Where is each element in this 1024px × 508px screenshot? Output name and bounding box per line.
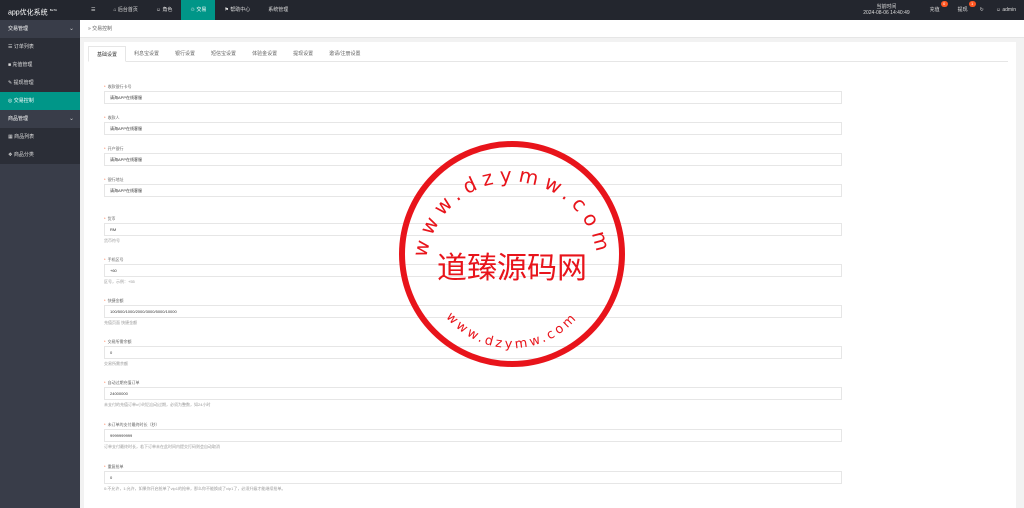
payee-input[interactable]: 请海APP在线客服 xyxy=(104,122,842,135)
flag-icon: ⚑ xyxy=(224,7,229,13)
pay-timeout-input[interactable]: 9999999999 xyxy=(104,429,842,442)
stamp-bottom-text: www.dzymw.com xyxy=(443,310,581,353)
refresh-button[interactable]: ↻ xyxy=(974,0,990,20)
user-icon: ☺ xyxy=(995,7,1001,13)
sidebar-item-trade-control[interactable]: ◎ 交易控制 xyxy=(0,92,80,110)
app-title: app优化系统 xyxy=(8,9,48,17)
repeat-grab-input[interactable]: 0 xyxy=(104,471,842,484)
top-nav: ☰ ⌂ 后台首页 ☺ 角色 ♲ 交易 ⚑ 帮助中心 系统管理 xyxy=(82,0,297,20)
app-brand[interactable]: app优化系统 BeTA xyxy=(0,0,80,20)
tab-withdraw[interactable]: 提现设置 xyxy=(285,46,321,61)
sidebar-item-withdraw[interactable]: ✎ 提现管理 xyxy=(0,74,80,92)
required-mark: * xyxy=(104,298,106,303)
bank-card-input[interactable]: 请海APP在线客服 xyxy=(104,91,842,104)
breadcrumb: » 交易控制 xyxy=(80,20,1024,38)
field-auto-expire: * 自动过期充值订单 24000000 未支付的充值订单x小时后自动过期，必须为整… xyxy=(104,379,844,408)
sidebar-group-trade[interactable]: 交易管理 ⌄ xyxy=(0,20,80,38)
trade-icon: ♲ xyxy=(190,7,195,13)
home-icon: ⌂ xyxy=(113,7,117,13)
breadcrumb-current: 交易控制 xyxy=(92,26,113,32)
required-mark: * xyxy=(104,115,106,120)
required-mark: * xyxy=(104,380,106,385)
sidebar: 交易管理 ⌄ ☰ 订单列表 ■ 充值管理 ✎ 提现管理 ◎ 交易控制 商品管理 ⌄ … xyxy=(0,20,80,508)
required-mark: * xyxy=(104,177,106,182)
required-mark: * xyxy=(104,84,106,89)
required-mark: * xyxy=(104,422,106,427)
sidebar-item-orders[interactable]: ☰ 订单列表 xyxy=(0,38,80,56)
recharge-button[interactable]: 充值 0 xyxy=(924,0,948,20)
sidebar-item-recharge[interactable]: ■ 充值管理 xyxy=(0,56,80,74)
menu-toggle-button[interactable]: ☰ xyxy=(82,0,104,20)
tab-invite[interactable]: 邀请/注册设置 xyxy=(321,46,368,61)
top-right: 当前时间 2024-08-06 14:40:49 充值 0 提现 1 ↻ ☺ a… xyxy=(863,0,1024,20)
breadcrumb-separator-icon: » xyxy=(88,26,91,32)
field-payee: * 收款人 请海APP在线客服 xyxy=(104,114,844,135)
user-menu[interactable]: ☺ admin xyxy=(990,0,1024,20)
chevron-down-icon: ⌄ xyxy=(68,26,74,32)
menu-icon: ☰ xyxy=(91,7,96,13)
field-bank-card: * 收款银行卡号 请海APP在线客服 xyxy=(104,83,844,104)
field-hint: 未支付的充值订单x小时后自动过期，必须为整数，如24小时 xyxy=(104,402,211,407)
topnav-item-trade[interactable]: ♲ 交易 xyxy=(181,0,216,20)
tab-sms[interactable]: 短信宝设置 xyxy=(203,46,244,61)
field-hint: 0:不允许，1:允许，如果你开启抢单了vip1的抢单，那么你不能换成了vip1了… xyxy=(104,486,286,491)
required-mark: * xyxy=(104,339,106,344)
settings-tabs: 基础设置 利息宝设置 银行设置 短信宝设置 体验金设置 提现设置 邀请/注册设置 xyxy=(88,46,1008,62)
current-time: 当前时间 2024-08-06 14:40:49 xyxy=(863,4,909,16)
sidebar-group-goods[interactable]: 商品管理 ⌄ xyxy=(0,110,80,128)
required-mark: * xyxy=(104,257,106,262)
user-name: admin xyxy=(1002,7,1016,13)
topnav-item-role[interactable]: ☺ 角色 xyxy=(147,0,182,20)
app-version: BeTA xyxy=(49,8,57,12)
tab-trial[interactable]: 体验金设置 xyxy=(244,46,285,61)
watermark-stamp: www.dzymw.com 道臻源码网 www.dzymw.com xyxy=(399,141,625,367)
refresh-icon: ↻ xyxy=(979,7,984,13)
topnav-item-home[interactable]: ⌂ 后台首页 xyxy=(104,0,146,20)
topnav-item-system[interactable]: 系统管理 xyxy=(259,0,297,20)
chevron-down-icon: ⌄ xyxy=(68,116,74,122)
list-icon: ☰ xyxy=(8,44,13,50)
target-icon: ◎ xyxy=(8,98,13,104)
sidebar-item-goods-category[interactable]: ❖ 商品分类 xyxy=(0,146,80,164)
required-mark: * xyxy=(104,216,106,221)
user-icon: ☺ xyxy=(155,7,162,13)
sidebar-item-goods-list[interactable]: ▦ 商品列表 xyxy=(0,128,80,146)
recharge-badge: 0 xyxy=(940,1,948,7)
category-icon: ❖ xyxy=(8,152,13,158)
required-mark: * xyxy=(104,146,106,151)
stamp-top-text: www.dzymw.com xyxy=(407,163,616,260)
field-hint: 订单支付最终时长，若下订单未在此时间内提交打码则会自动取消 xyxy=(104,444,220,449)
tab-bank[interactable]: 银行设置 xyxy=(167,46,203,61)
stamp-center-text: 道臻源码网 xyxy=(437,251,587,286)
square-icon: ■ xyxy=(8,62,12,68)
withdraw-button[interactable]: 提现 1 xyxy=(952,0,976,20)
cart-icon: ▦ xyxy=(8,134,13,140)
tab-interest[interactable]: 利息宝设置 xyxy=(126,46,167,61)
wrench-icon: ✎ xyxy=(8,80,13,86)
top-bar: app优化系统 BeTA ☰ ⌂ 后台首页 ☺ 角色 ♲ 交易 ⚑ 帮助中心 系统… xyxy=(0,0,1024,20)
field-pay-timeout: * 未订单的支付最终时长（秒） 9999999999 订单支付最终时长，若下订单未… xyxy=(104,421,844,450)
topnav-item-help[interactable]: ⚑ 帮助中心 xyxy=(215,0,259,20)
time-value: 2024-08-06 14:40:49 xyxy=(863,10,910,16)
tab-basic[interactable]: 基础设置 xyxy=(88,46,127,62)
auto-expire-input[interactable]: 24000000 xyxy=(104,387,842,400)
field-repeat-grab: * 重复抢单 0 0:不允许，1:允许，如果你开启抢单了vip1的抢单，那么你不能… xyxy=(104,463,844,492)
required-mark: * xyxy=(104,464,106,469)
